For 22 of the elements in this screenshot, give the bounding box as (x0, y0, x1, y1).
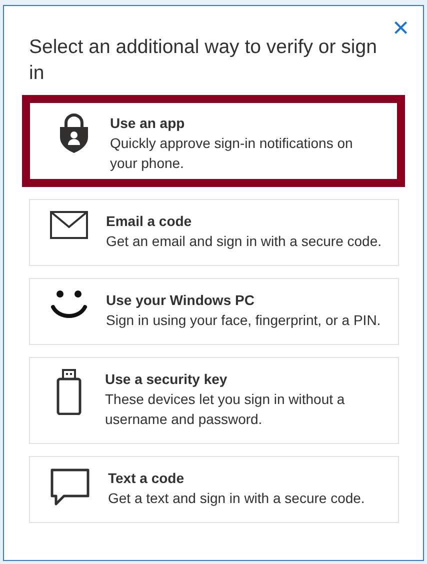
close-button[interactable]: × (388, 14, 413, 42)
sign-in-option[interactable]: Use a security key These devices let you sign in without a username and password. (29, 357, 399, 444)
envelope-icon (50, 211, 88, 239)
smiley-icon (50, 290, 88, 320)
sign-in-option[interactable]: Text a code Get a text and sign in with a secure code. (29, 456, 399, 523)
lock-icon (58, 113, 90, 153)
option-title: Use an app (110, 114, 186, 133)
chat-bubble-icon (50, 468, 90, 506)
sign-in-option[interactable]: Email a code Get an email and sign in with a secure code. (29, 199, 399, 266)
option-description: These devices let you sign in without a username and password. (105, 390, 346, 429)
option-description: Quickly approve sign-in notifications on your phone. (110, 134, 354, 173)
option-title: Use a security key (105, 370, 228, 389)
option-title: Email a code (106, 212, 193, 231)
sign-in-option[interactable]: Use an app Quickly approve sign-in notifications on your phone. (22, 95, 405, 187)
option-description: Get a text and sign in with a secure code. (108, 489, 365, 508)
usb-key-icon (56, 369, 82, 415)
option-title: Text a code (108, 469, 185, 488)
option-title: Use your Windows PC (106, 291, 256, 310)
option-description: Get an email and sign in with a secure code. (106, 232, 382, 251)
option-description: Sign in using your face, fingerprint, or a PIN. (106, 311, 381, 330)
dialog-title: Select an additional way to verify or sign in (29, 35, 378, 86)
sign-in-option[interactable]: Use your Windows PC Sign in using your face, fingerprint, or a PIN. (29, 278, 399, 345)
